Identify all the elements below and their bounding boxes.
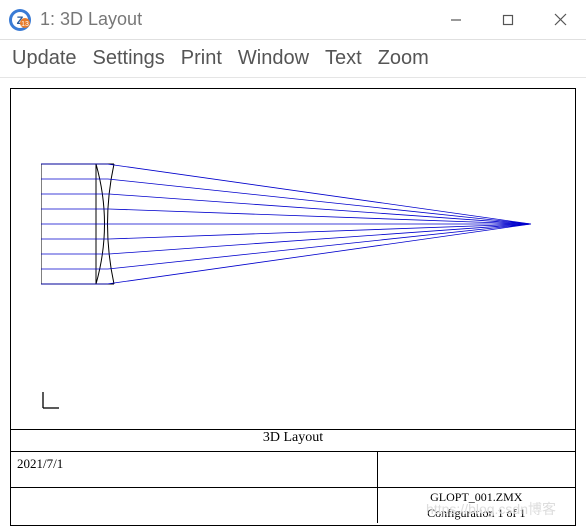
content-area: 3D Layout 2021/7/1 GLOPT_001.ZMX Configu…: [0, 78, 586, 527]
file-config-cell: GLOPT_001.ZMX Configuration 1 of 1: [378, 488, 575, 523]
axis-indicator-icon: [39, 388, 63, 417]
plot-config: Configuration 1 of 1: [384, 506, 569, 522]
window-title: 1: 3D Layout: [40, 9, 430, 30]
menu-zoom[interactable]: Zoom: [378, 47, 429, 70]
menu-bar: Update Settings Print Window Text Zoom: [0, 40, 586, 78]
menu-text[interactable]: Text: [325, 47, 362, 70]
plot-frame: 3D Layout 2021/7/1 GLOPT_001.ZMX Configu…: [10, 88, 576, 526]
close-button[interactable]: [534, 0, 586, 39]
svg-text:13: 13: [21, 21, 29, 28]
optical-layout-diagram: [41, 139, 551, 309]
window-controls: [430, 0, 586, 39]
info-right-1: [378, 452, 575, 487]
app-icon: Z 13: [8, 8, 32, 32]
plot-label: 3D Layout: [11, 429, 575, 451]
plot-date: 2021/7/1: [11, 452, 378, 487]
info-row-2: GLOPT_001.ZMX Configuration 1 of 1: [11, 487, 575, 523]
menu-update[interactable]: Update: [12, 47, 77, 70]
plot-filename: GLOPT_001.ZMX: [384, 490, 569, 506]
plot-canvas[interactable]: [11, 89, 575, 429]
info-row-1: 2021/7/1: [11, 451, 575, 487]
menu-window[interactable]: Window: [238, 47, 309, 70]
menu-print[interactable]: Print: [181, 47, 222, 70]
info-left-2: [11, 488, 378, 523]
maximize-button[interactable]: [482, 0, 534, 39]
menu-settings[interactable]: Settings: [93, 47, 165, 70]
title-bar: Z 13 1: 3D Layout: [0, 0, 586, 40]
minimize-button[interactable]: [430, 0, 482, 39]
